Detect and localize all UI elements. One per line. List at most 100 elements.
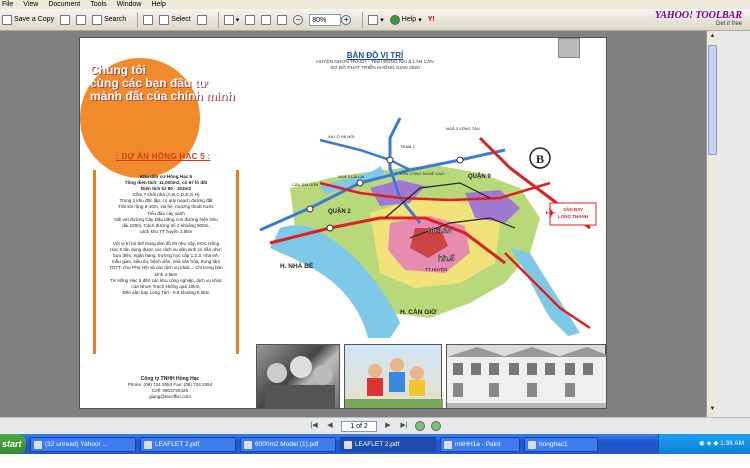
map-label-nga-3-vung-tau: NGÃ 3 VŨNG TÀU — [446, 126, 480, 131]
select-tool-button[interactable]: Select — [159, 14, 191, 25]
email-button[interactable] — [76, 14, 87, 25]
scroll-down-arrow[interactable]: ▼ — [708, 406, 717, 415]
help-button[interactable]: Help ▾ — [389, 14, 422, 25]
family-photo — [256, 344, 340, 408]
slogan: Chúng tôi cùng các bạn đầu tư mảnh đất c… — [90, 63, 235, 103]
next-page-button[interactable]: ▶ — [383, 421, 393, 431]
back-view-icon[interactable] — [415, 421, 425, 431]
townhouse-graphic — [447, 347, 606, 408]
rotate-button[interactable]: ▾ — [368, 14, 384, 25]
last-page-button[interactable]: ▶| — [399, 421, 409, 431]
task-paint[interactable]: mliHH1a - Paint — [440, 436, 520, 452]
plane-icon: ✈ — [545, 205, 557, 221]
menu-view[interactable]: View — [23, 0, 38, 9]
map-label-hh13: hh.1&3 — [428, 228, 451, 235]
map-label-nga-3-lai-lai: NGÃ 3 LÁI LAI — [338, 174, 364, 179]
zoom-icon — [223, 14, 234, 25]
minus-icon: – — [293, 14, 304, 25]
zoom-level-field[interactable]: 80% — [309, 13, 342, 26]
save-icon — [2, 14, 12, 25]
map-label-tt-huyen: TT HUYỆN — [425, 265, 447, 272]
task-model-pdf[interactable]: 6000m2 Model (1).pdf — [240, 436, 336, 452]
actual-size-button[interactable] — [245, 14, 256, 25]
camera-icon — [196, 14, 207, 25]
forward-view-icon[interactable] — [431, 421, 441, 431]
yahoo-icon-button[interactable]: Y! — [428, 16, 435, 23]
task-yahoo-mail[interactable]: (32 unread) Yahoo! ... — [30, 436, 136, 452]
page-number-field[interactable]: 1 of 2 — [341, 420, 377, 432]
search-button[interactable]: Search — [92, 14, 126, 25]
menu-file[interactable]: File — [2, 0, 13, 9]
clock: 1:36 AM — [720, 440, 744, 447]
snapshot-button[interactable] — [196, 14, 207, 25]
map-label-quan2: QUẬN 2 — [328, 208, 351, 215]
vertical-scrollbar[interactable]: ▲ ▼ — [706, 31, 718, 417]
info-line: Từ Hồng Hạc 5 đến các khu công nghiệp, d… — [110, 277, 222, 283]
info-line: Nối với đường Cây Dầu bằng con đường hiệ… — [114, 216, 218, 222]
search-icon — [92, 14, 103, 25]
map-heading: BẢN ĐỒ VỊ TRÍ HUYỆN NHƠN TRẠCH - TỈNH ĐỒ… — [316, 51, 434, 71]
scroll-up-arrow[interactable]: ▲ — [708, 33, 717, 42]
separator — [137, 11, 139, 28]
menu-tools[interactable]: Tools — [90, 0, 106, 9]
info-box: Khu dân cư Hồng Hạc 5 Tổng diện tích: 11,… — [93, 170, 239, 354]
menu-window[interactable]: Window — [117, 0, 142, 9]
yahoo-toolbar-ad[interactable]: YAHOO! TOOLBAR Get it free — [655, 10, 742, 27]
hand-tool-button[interactable] — [143, 14, 154, 25]
info-line: Trải sỏi rộng 6-10m, vỉa hè, mương thoát… — [118, 204, 214, 210]
task-leaflet-pdf[interactable]: LEAFLET 2.pdf — [140, 436, 236, 452]
rotate-icon — [368, 14, 379, 25]
map-label-hh5: hh.5 — [438, 254, 455, 263]
separator — [217, 11, 219, 28]
company-contact: Công ty TNHH Hồng Hạc Phone: (08) 724 26… — [127, 376, 213, 399]
plus-icon: + — [341, 14, 352, 25]
airport-label-2: LONG THÀNH — [558, 213, 588, 219]
scrollbar-thumb[interactable] — [708, 45, 717, 155]
family-photo-graphic — [265, 356, 335, 408]
menu-bar: File View Document Tools Window Help — [0, 0, 750, 9]
yahoo-small-icon: Y! — [427, 16, 435, 23]
map-label-tram-2: TRẠM 2 — [400, 144, 415, 149]
townhouse-photo — [446, 344, 606, 408]
print-button[interactable] — [60, 14, 71, 25]
info-line: Đến sân bay Long Tân - 0.9 khoảng 6.5km — [122, 289, 210, 295]
toolbar: Save a Copy Search Select ▾ – 80% + ▾ He… — [0, 9, 750, 31]
print-icon — [60, 14, 71, 25]
tray-icons[interactable]: ◉ ◈ ◆ — [699, 440, 720, 447]
location-map: SÂN BAY LONG THÀNH ✈ B QUẬN 2 QUẬN 9 hh.… — [259, 117, 597, 338]
first-page-button[interactable]: |◀ — [309, 421, 319, 431]
kids-photo-graphic — [345, 358, 443, 408]
fit-width-button[interactable] — [277, 14, 288, 25]
map-label-nha-be: H. NHÀ BÈ — [280, 261, 314, 270]
save-copy-button[interactable]: Save a Copy — [2, 14, 54, 25]
page-icon — [245, 14, 256, 25]
airport-label-1: SÂN BAY — [563, 206, 583, 212]
start-button[interactable]: start — [0, 434, 26, 454]
project-title: : DỰ ÁN HỒNG HẠC 5 : — [116, 152, 211, 161]
fit-width-icon — [277, 14, 288, 25]
fit-page-icon — [261, 14, 272, 25]
fit-page-button[interactable] — [261, 14, 272, 25]
zoom-tool-button[interactable]: ▾ — [223, 14, 239, 25]
windows-taskbar: start (32 unread) Yahoo! ... LEAFLET 2.p… — [0, 434, 750, 454]
map-label-xa-lo-ha-noi: XA LỘ HÀ NỘI — [328, 134, 354, 139]
help-icon — [389, 14, 400, 25]
zoom-in-button[interactable]: + — [341, 14, 352, 25]
email-icon — [76, 14, 87, 25]
page-navigation-bar: |◀ ◀ 1 of 2 ▶ ▶| — [0, 417, 750, 434]
kids-photo — [344, 344, 443, 408]
prev-page-button[interactable]: ◀ — [325, 421, 335, 431]
compass-letter: B — [536, 152, 544, 166]
task-leaflet-pdf-active[interactable]: LEAFLET 2.pdf — [340, 436, 436, 452]
page-corner-thumbnail[interactable] — [558, 38, 580, 58]
info-line: TDTT, chợ Phú Hội và các dịch vụ khác...… — [109, 265, 223, 271]
menu-document[interactable]: Document — [48, 0, 80, 9]
task-honghac-folder[interactable]: honghac1 — [524, 436, 598, 452]
map-label-quan9: QUẬN 9 — [468, 173, 491, 180]
map-label-khu-cong-nghe: KHU CÔNG NGHỆ CAO — [400, 171, 444, 176]
menu-help[interactable]: Help — [151, 0, 165, 9]
pdf-page: Chúng tôi cùng các bạn đầu tư mảnh đất c… — [79, 37, 607, 409]
zoom-out-button[interactable]: – — [293, 14, 304, 25]
system-tray: ◉ ◈ ◆ 1:36 AM — [658, 434, 750, 454]
bottom-strip — [0, 454, 750, 468]
